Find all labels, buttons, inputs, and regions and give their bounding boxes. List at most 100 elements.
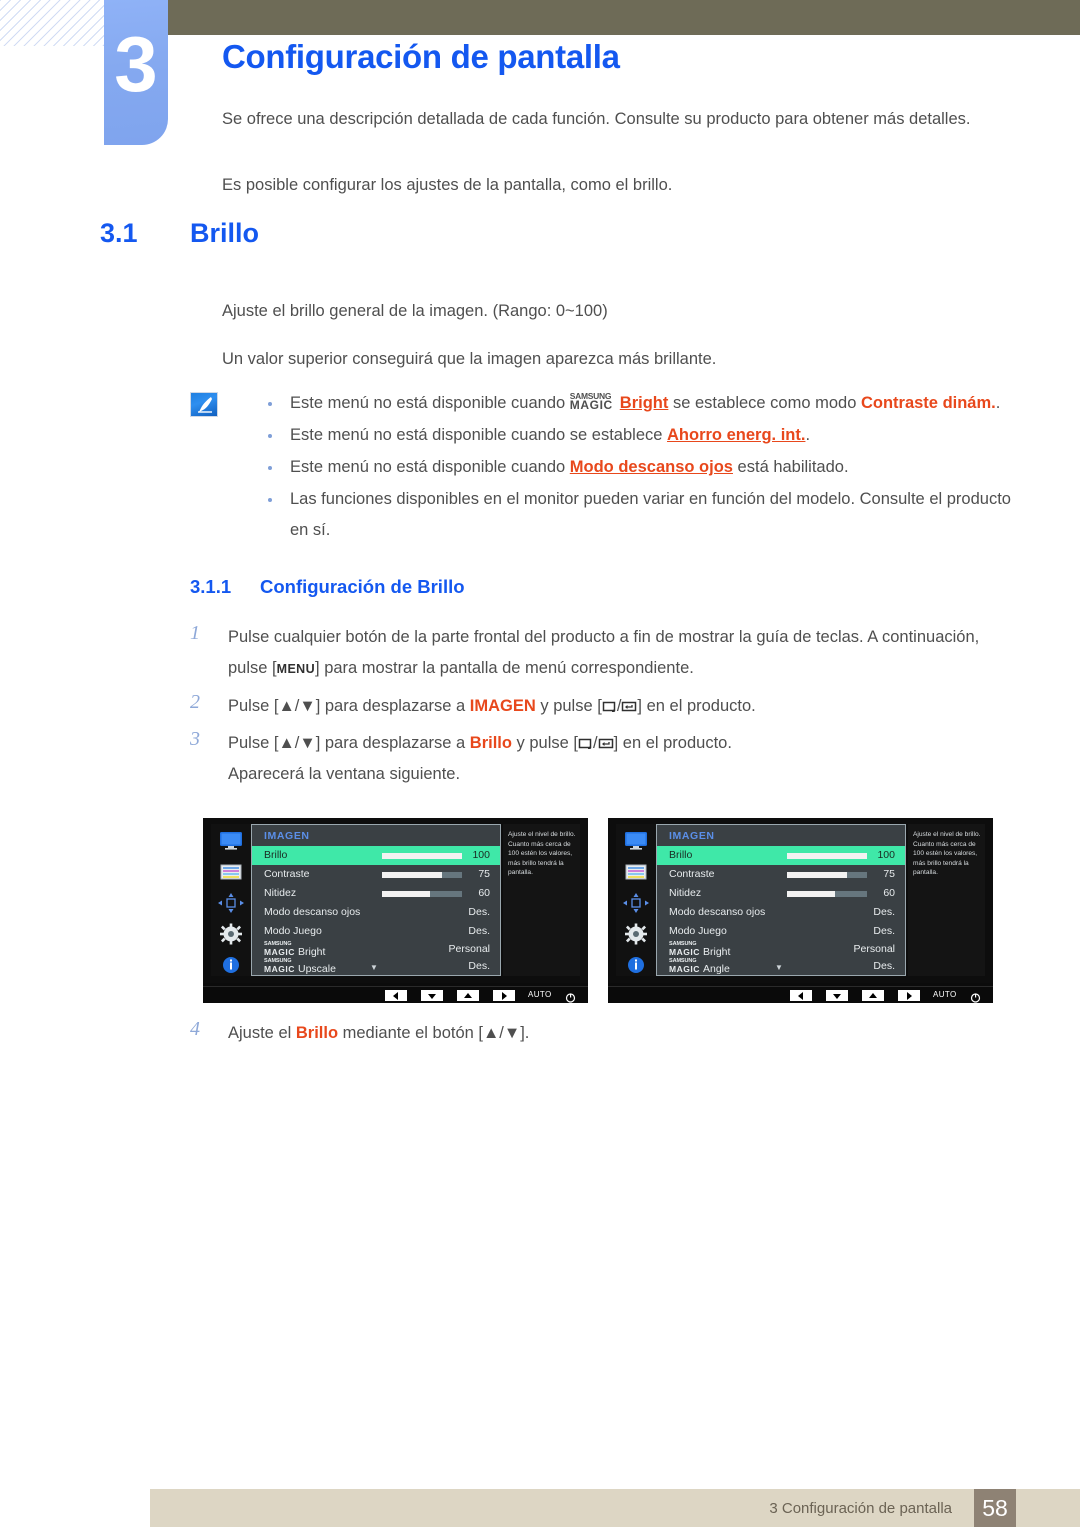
osd-tooltip: Ajuste el nivel de brillo. Cuanto más ce… (503, 824, 580, 976)
osd-row-modo-juego[interactable]: Modo Juego Des. (252, 922, 500, 941)
osd-slider[interactable] (787, 891, 867, 897)
power-icon[interactable] (970, 990, 981, 1003)
osd-row-brillo[interactable]: Brillo 100 (657, 846, 905, 865)
subsection-heading: 3.1.1 Configuración de Brillo (190, 576, 465, 598)
step-item-2: 2 Pulse [▲/▼] para desplazarse a IMAGEN … (190, 691, 1020, 722)
down-arrow-key[interactable] (421, 990, 443, 1001)
osd-screen: IMAGEN Brillo 100 Contraste 75 Nitidez 6… (608, 818, 993, 983)
osd-row-value: 60 (883, 887, 895, 899)
left-arrow-key[interactable] (385, 990, 407, 1001)
osd-row-value: Des. (468, 960, 490, 972)
samsung-magic-logo: SAMSUNG MAGIC (570, 390, 620, 412)
step-list: 1 Pulse cualquier botón de la parte fron… (190, 622, 1020, 796)
osd-row-label: Modo descanso ojos (669, 906, 766, 918)
bullet-text-post: . (805, 426, 811, 444)
osd-icon-rail (616, 824, 656, 976)
osd-row-value: 100 (472, 849, 490, 861)
color-bars-icon[interactable] (622, 861, 650, 883)
magic-bottom-label: MAGIC (264, 964, 295, 974)
osd-screen: IMAGEN Brillo 100 Contraste 75 Nitidez 6… (203, 818, 588, 983)
osd-menu-title: IMAGEN (669, 830, 715, 842)
step-text-b: y pulse [ (511, 734, 578, 752)
bullet-text-mid: se establece como modo (668, 394, 861, 412)
menu-key-label: MENU (276, 662, 316, 676)
step-text-c: ] en el producto. (637, 697, 756, 715)
osd-row-contraste[interactable]: Contraste 75 (252, 865, 500, 884)
osd-row-modo-juego[interactable]: Modo Juego Des. (657, 922, 905, 941)
power-icon[interactable] (565, 990, 576, 1003)
osd-tooltip: Ajuste el nivel de brillo. Cuanto más ce… (908, 824, 985, 976)
up-arrow-key[interactable] (457, 990, 479, 1001)
right-arrow-key[interactable] (493, 990, 515, 1001)
monitor-icon[interactable] (622, 830, 650, 852)
bullet-emphasis-link[interactable]: Ahorro energ. int. (667, 426, 805, 444)
move-arrows-icon[interactable] (217, 892, 245, 914)
osd-key-guide: AUTO (608, 986, 993, 1003)
section-heading: 3.1 Brillo (100, 218, 1000, 249)
auto-key-label[interactable]: AUTO (528, 990, 552, 999)
note-pen-icon (190, 392, 218, 417)
osd-slider[interactable] (787, 872, 867, 878)
osd-row-label: Contraste (669, 868, 715, 880)
bullet-text-pre: Este menú no está disponible cuando (290, 394, 570, 412)
color-bars-icon[interactable] (217, 861, 245, 883)
osd-row-modo-descanso-ojos[interactable]: Modo descanso ojos Des. (252, 903, 500, 922)
osd-row-label: Modo Juego (264, 925, 322, 937)
note-bullet-list: Este menú no está disponible cuando SAMS… (250, 388, 1020, 547)
chapter-number: 3 (114, 19, 158, 108)
step-text-b: y pulse [ (535, 697, 602, 715)
step-number: 2 (190, 691, 200, 713)
magic-suffix-link[interactable]: Bright (620, 394, 669, 412)
osd-row-contraste[interactable]: Contraste 75 (657, 865, 905, 884)
osd-row-value: 60 (478, 887, 490, 899)
info-icon[interactable] (217, 954, 245, 976)
left-arrow-key[interactable] (790, 990, 812, 1001)
header-bar (150, 0, 1080, 35)
osd-key-guide: AUTO (203, 986, 588, 1003)
list-item: Este menú no está disponible cuando Modo… (250, 452, 1020, 483)
osd-row-value: Personal (853, 943, 895, 955)
osd-row-value: Des. (873, 906, 895, 918)
right-arrow-key[interactable] (898, 990, 920, 1001)
chevron-down-icon[interactable]: ▼ (370, 964, 378, 972)
step-item-3: 3 Pulse [▲/▼] para desplazarse a Brillo … (190, 728, 1020, 790)
bullet-text-post: . (995, 394, 1001, 412)
magic-bottom-label: MAGIC (669, 964, 700, 974)
step-text: Ajuste el Brillo mediante el botón [▲/▼]… (228, 1024, 529, 1042)
osd-row-brillo[interactable]: Brillo 100 (252, 846, 500, 865)
osd-tooltip-text: Ajuste el nivel de brillo. Cuanto más ce… (508, 831, 576, 877)
osd-icon-rail (211, 824, 251, 976)
move-arrows-icon[interactable] (622, 892, 650, 914)
gear-icon[interactable] (217, 923, 245, 945)
bullet-emphasis-link[interactable]: Modo descanso ojos (570, 458, 733, 476)
list-item: Este menú no está disponible cuando se e… (250, 420, 1020, 451)
osd-row-nitidez[interactable]: Nitidez 60 (252, 884, 500, 903)
up-arrow-key[interactable] (862, 990, 884, 1001)
osd-row-modo-descanso-ojos[interactable]: Modo descanso ojos Des. (657, 903, 905, 922)
section-number: 3.1 (100, 218, 138, 248)
osd-row-nitidez[interactable]: Nitidez 60 (657, 884, 905, 903)
source-key-icon (578, 738, 592, 750)
osd-row-label: Angle (703, 963, 730, 975)
monitor-icon[interactable] (217, 830, 245, 852)
auto-key-label[interactable]: AUTO (933, 990, 957, 999)
osd-slider[interactable] (382, 891, 462, 897)
bullet-text-pre: Este menú no está disponible cuando (290, 458, 570, 476)
info-icon[interactable] (622, 954, 650, 976)
osd-row-label: Nitidez (669, 887, 702, 899)
gear-icon[interactable] (622, 923, 650, 945)
bullet-text-pre: Las funciones disponibles en el monitor … (290, 490, 1011, 539)
step-text: Pulse [▲/▼] para desplazarse a Brillo y … (228, 734, 732, 752)
down-arrow-key[interactable] (826, 990, 848, 1001)
step-item-1: 1 Pulse cualquier botón de la parte fron… (190, 622, 1020, 685)
osd-row-label: Brillo (264, 849, 288, 861)
step-sub-line: Aparecerá la ventana siguiente. (228, 765, 461, 783)
osd-row-value: Des. (468, 925, 490, 937)
osd-slider[interactable] (787, 853, 867, 859)
osd-slider[interactable] (382, 853, 462, 859)
chevron-down-icon[interactable]: ▼ (775, 964, 783, 972)
osd-row-value: Des. (873, 925, 895, 937)
osd-slider[interactable] (382, 872, 462, 878)
osd-menu-title: IMAGEN (264, 830, 310, 842)
osd-tooltip-text: Ajuste el nivel de brillo. Cuanto más ce… (913, 831, 981, 877)
